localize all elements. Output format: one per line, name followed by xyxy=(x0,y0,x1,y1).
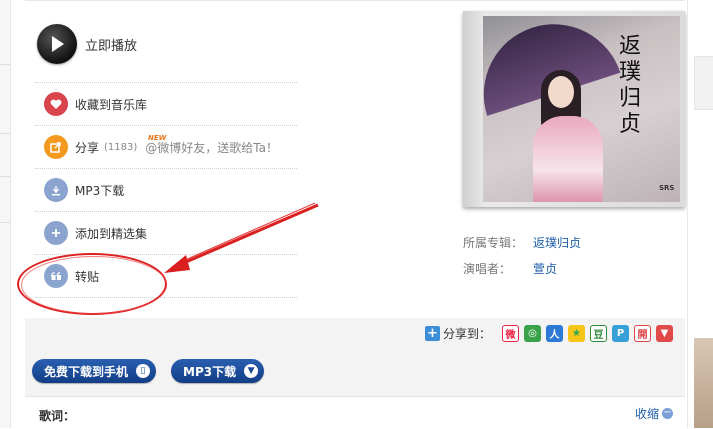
divider xyxy=(25,0,685,1)
button-label[interactable]: MP3下载 xyxy=(183,363,236,380)
lyrics-header: 歌词： 收缩 − xyxy=(25,396,685,429)
action-label[interactable]: 收藏到音乐库 xyxy=(75,96,147,113)
qzone-star-icon[interactable]: ★ xyxy=(568,325,585,342)
download-buttons: 免费下载到手机 ▯ MP3下载 ▼ xyxy=(32,359,279,383)
action-add-collection[interactable]: 添加到精选集 xyxy=(35,211,297,254)
artist-link[interactable]: 萱贞 xyxy=(533,260,557,277)
new-badge: NEW xyxy=(148,134,167,142)
play-icon[interactable] xyxy=(37,24,77,64)
divider xyxy=(0,176,10,177)
download-icon[interactable] xyxy=(44,178,68,202)
lyrics-label: 歌词： xyxy=(39,409,76,423)
free-mobile-download-button[interactable]: 免费下载到手机 ▯ xyxy=(32,359,157,383)
artist-key: 演唱者： xyxy=(463,261,512,276)
album-art: 返璞归贞 SRS xyxy=(483,16,680,202)
bookmark-icon[interactable]: ▼ xyxy=(656,325,673,342)
douban-icon[interactable]: 豆 xyxy=(590,325,607,342)
annotation-ellipse xyxy=(21,256,167,314)
mp3-download-button[interactable]: MP3下载 ▼ xyxy=(171,359,265,383)
divider xyxy=(0,133,10,134)
share-icon[interactable] xyxy=(44,135,68,159)
play-label[interactable]: 立即播放 xyxy=(85,35,137,54)
share-download-band: + 分享到： 微 ◎ 人 ★ 豆 P 開 ▼ 免费下载到手机 ▯ MP3下载 ▼… xyxy=(25,318,685,429)
side-photo xyxy=(694,338,713,428)
plus-icon[interactable]: + xyxy=(424,326,440,341)
album-key: 所属专辑： xyxy=(463,235,524,250)
kaixin-icon[interactable]: 開 xyxy=(634,325,651,342)
divider xyxy=(0,222,10,223)
album-row: 所属专辑： 返璞归贞 xyxy=(463,229,581,255)
singer-graphic xyxy=(533,70,603,202)
action-label[interactable]: MP3下载 xyxy=(75,182,124,199)
renren-icon[interactable]: 人 xyxy=(546,325,563,342)
action-collect[interactable]: 收藏到音乐库 xyxy=(35,82,297,125)
left-edge xyxy=(0,0,11,428)
action-share[interactable]: 分享 (1183) NEW @微博好友，送歌给Ta！ xyxy=(35,125,297,168)
face xyxy=(548,76,574,108)
weibo-icon[interactable]: 微 xyxy=(502,325,519,342)
share-to-bar: + 分享到： 微 ◎ 人 ★ 豆 P 開 ▼ xyxy=(424,325,673,342)
divider xyxy=(0,64,10,65)
artist-row: 演唱者： 萱贞 xyxy=(463,255,581,281)
album-cover[interactable]: 返璞归贞 SRS xyxy=(463,11,685,207)
cover-logo: SRS xyxy=(659,184,675,192)
play-now[interactable]: 立即播放 xyxy=(37,22,137,66)
phone-icon[interactable]: ▯ xyxy=(136,364,151,378)
minus-icon[interactable]: − xyxy=(662,408,673,419)
friends-icon[interactable]: ◎ xyxy=(524,325,541,342)
heart-icon[interactable] xyxy=(44,92,68,116)
collapse-toggle[interactable]: 收缩 − xyxy=(635,405,673,422)
cover-title: 返璞归贞 xyxy=(619,34,642,137)
dress xyxy=(533,116,603,202)
action-mp3-download[interactable]: MP3下载 xyxy=(35,168,297,211)
collapse-label[interactable]: 收缩 xyxy=(635,405,659,422)
plus-icon[interactable] xyxy=(44,221,68,245)
action-label[interactable]: 添加到精选集 xyxy=(75,225,147,242)
share-count: (1183) xyxy=(104,141,138,153)
qq-weibo-icon[interactable]: P xyxy=(612,325,629,342)
right-edge xyxy=(687,0,713,428)
album-link[interactable]: 返璞归贞 xyxy=(533,234,581,251)
share-to-label: 分享到： xyxy=(442,327,491,341)
album-meta: 所属专辑： 返璞归贞 演唱者： 萱贞 xyxy=(463,229,581,281)
side-panel xyxy=(694,56,713,110)
action-label[interactable]: 分享 xyxy=(75,139,99,156)
arrow-down-icon[interactable]: ▼ xyxy=(244,364,259,378)
button-label[interactable]: 免费下载到手机 xyxy=(44,363,128,380)
